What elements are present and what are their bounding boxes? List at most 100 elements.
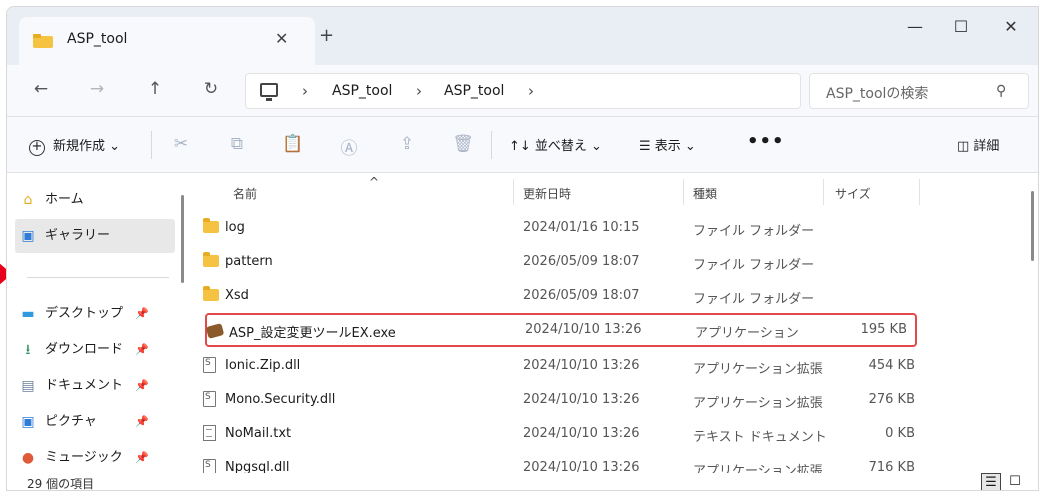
file-date: 2026/05/09 18:07: [523, 254, 640, 269]
back-arrow-icon[interactable]: ←: [27, 79, 55, 99]
sidebar-item-music[interactable]: ● ミュージック 📌: [15, 441, 175, 475]
share-icon[interactable]: ⇪: [395, 134, 419, 154]
delete-icon[interactable]: 🗑: [451, 134, 475, 154]
search-input[interactable]: ASP_toolの検索: [826, 83, 928, 103]
desktop-glyph: ▬: [21, 306, 35, 322]
documents-icon: ▤: [19, 378, 37, 394]
refresh-icon[interactable]: ↻: [197, 79, 225, 99]
sidebar-item-downloads[interactable]: ⭳ ダウンロード 📌: [15, 333, 175, 367]
sidebar-item-label: ドキュメント: [45, 378, 124, 393]
file-name: ASP_設定変更ツールEX.exe: [229, 326, 396, 341]
file-list-scrollbar[interactable]: [1031, 191, 1034, 261]
column-divider[interactable]: [513, 179, 514, 205]
pictures-icon: ▣: [19, 414, 37, 430]
copy-icon[interactable]: ⧉: [225, 134, 249, 154]
download-icon: ⭳: [19, 342, 37, 358]
sidebar-item-label: ダウンロード: [45, 342, 124, 357]
file-row-xsd[interactable]: Xsd 2026/05/09 18:07 ファイル フォルダー: [203, 279, 923, 313]
column-header-type[interactable]: 種類: [693, 185, 717, 202]
column-divider[interactable]: [823, 179, 824, 205]
file-row-log[interactable]: log 2024/01/16 10:15 ファイル フォルダー: [203, 211, 923, 245]
search-icon[interactable]: ⚲: [996, 83, 1006, 99]
file-name: NoMail.txt: [225, 426, 292, 441]
column-divider[interactable]: [683, 179, 684, 205]
sidebar-item-label: ミュージック: [45, 450, 123, 465]
navigation-bar: ← → ↑ ↻ › ASP_tool › ASP_tool › ASP_tool…: [7, 65, 1038, 117]
sort-indicator-icon: ^: [369, 175, 380, 189]
file-type: アプリケーション拡張: [693, 362, 823, 377]
cut-icon[interactable]: ✂: [169, 134, 193, 154]
music-glyph: ●: [21, 450, 35, 466]
sidebar-item-gallery[interactable]: ▣ ギャラリー: [15, 219, 175, 253]
file-name: Xsd: [225, 288, 249, 303]
sidebar-item-desktop[interactable]: ▬ デスクトップ 📌: [15, 297, 175, 331]
breadcrumb-item-asp-tool-1[interactable]: ASP_tool: [332, 83, 392, 99]
dll-file-icon: [203, 357, 216, 373]
sidebar-item-label: ギャラリー: [45, 228, 111, 243]
details-view-button[interactable]: ☰: [981, 473, 1001, 490]
file-date: 2024/10/10 13:26: [525, 322, 642, 337]
breadcrumb-chevron-icon[interactable]: ›: [302, 82, 308, 100]
sidebar-item-label: デスクトップ: [45, 306, 124, 321]
home-glyph: ⌂: [23, 192, 33, 208]
toolbar-divider: [151, 131, 152, 159]
sidebar-item-documents[interactable]: ▤ ドキュメント 📌: [15, 369, 175, 403]
tiles-view-button[interactable]: ☐: [1005, 473, 1025, 490]
sort-button[interactable]: ↑↓ 並べ替え ⌄: [509, 135, 602, 154]
minimize-button[interactable]: —: [895, 17, 935, 36]
maximize-button[interactable]: ☐: [941, 17, 981, 36]
sidebar-divider: [27, 277, 169, 278]
file-name: pattern: [225, 254, 273, 269]
new-tab-button[interactable]: +: [319, 25, 334, 46]
pin-icon[interactable]: 📌: [135, 333, 149, 367]
file-type: アプリケーション拡張: [693, 396, 823, 411]
column-header-date[interactable]: 更新日時: [523, 185, 571, 202]
sidebar-item-label: ピクチャ: [45, 414, 97, 429]
breadcrumb-item-asp-tool-2[interactable]: ASP_tool: [444, 83, 504, 99]
file-size: 454 KB: [868, 358, 915, 373]
rename-icon[interactable]: Ⓐ: [337, 134, 361, 159]
file-row-mono-security[interactable]: Mono.Security.dll 2024/10/10 13:26 アプリケー…: [203, 383, 923, 417]
file-row-nomail[interactable]: NoMail.txt 2024/10/10 13:26 テキスト ドキュメント …: [203, 417, 923, 451]
computer-icon[interactable]: [260, 83, 278, 101]
details-pane-button[interactable]: ◫ 詳細: [957, 135, 999, 154]
application-icon: [205, 323, 225, 339]
column-header-name[interactable]: 名前: [233, 185, 257, 202]
command-bar: + 新規作成 ⌄ ✂ ⧉ 📋 Ⓐ ⇪ 🗑 ↑↓ 並べ替え ⌄ ☰ 表示 ⌄ •••…: [7, 117, 1038, 173]
file-type: テキスト ドキュメント: [693, 430, 827, 445]
paste-icon[interactable]: 📋: [281, 134, 305, 154]
column-divider[interactable]: [919, 179, 920, 205]
file-type: ファイル フォルダー: [693, 224, 815, 239]
music-icon: ●: [19, 450, 37, 466]
up-arrow-icon[interactable]: ↑: [141, 79, 169, 99]
close-button[interactable]: ✕: [991, 17, 1031, 36]
sidebar-item-pictures[interactable]: ▣ ピクチャ 📌: [15, 405, 175, 439]
tab-close-icon[interactable]: ✕: [275, 29, 288, 48]
column-header-size[interactable]: サイズ: [835, 185, 871, 202]
file-date: 2024/10/10 13:26: [523, 392, 640, 407]
file-row-pattern[interactable]: pattern 2026/05/09 18:07 ファイル フォルダー: [203, 245, 923, 279]
more-options-button[interactable]: •••: [747, 131, 785, 152]
new-button[interactable]: + 新規作成 ⌄: [29, 135, 120, 156]
sidebar-item-home[interactable]: ⌂ ホーム: [15, 183, 175, 217]
search-box[interactable]: ASP_toolの検索 ⚲: [809, 73, 1029, 109]
file-list: 名前 ^ 更新日時 種類 サイズ log 2024/01/16 10:15 ファ…: [203, 173, 1023, 479]
pin-icon[interactable]: 📌: [135, 441, 149, 475]
download-glyph: ⭳: [25, 342, 31, 358]
view-button[interactable]: ☰ 表示 ⌄: [639, 135, 696, 154]
tab-asp-tool[interactable]: ASP_tool ✕: [19, 17, 315, 65]
breadcrumb-chevron-icon[interactable]: ›: [416, 82, 422, 100]
file-name: Ionic.Zip.dll: [225, 358, 301, 373]
file-row-asp-exe[interactable]: ASP_設定変更ツールEX.exe 2024/10/10 13:26 アプリケー…: [205, 313, 917, 347]
navigation-pane: ⌂ ホーム ▣ ギャラリー ▬ デスクトップ 📌 ⭳ ダウンロード 📌 ▤ ドキ…: [7, 173, 179, 473]
breadcrumb-chevron-icon[interactable]: ›: [528, 82, 534, 100]
forward-arrow-icon[interactable]: →: [83, 79, 111, 99]
sidebar-item-label: ホーム: [45, 192, 84, 207]
text-file-icon: [203, 425, 216, 441]
pin-icon[interactable]: 📌: [135, 405, 149, 439]
address-bar[interactable]: › ASP_tool › ASP_tool ›: [245, 73, 801, 109]
pin-icon[interactable]: 📌: [135, 369, 149, 403]
file-row-ionic-zip[interactable]: Ionic.Zip.dll 2024/10/10 13:26 アプリケーション拡…: [203, 349, 923, 383]
navigation-pane-scrollbar[interactable]: [181, 195, 184, 283]
pin-icon[interactable]: 📌: [135, 297, 149, 331]
